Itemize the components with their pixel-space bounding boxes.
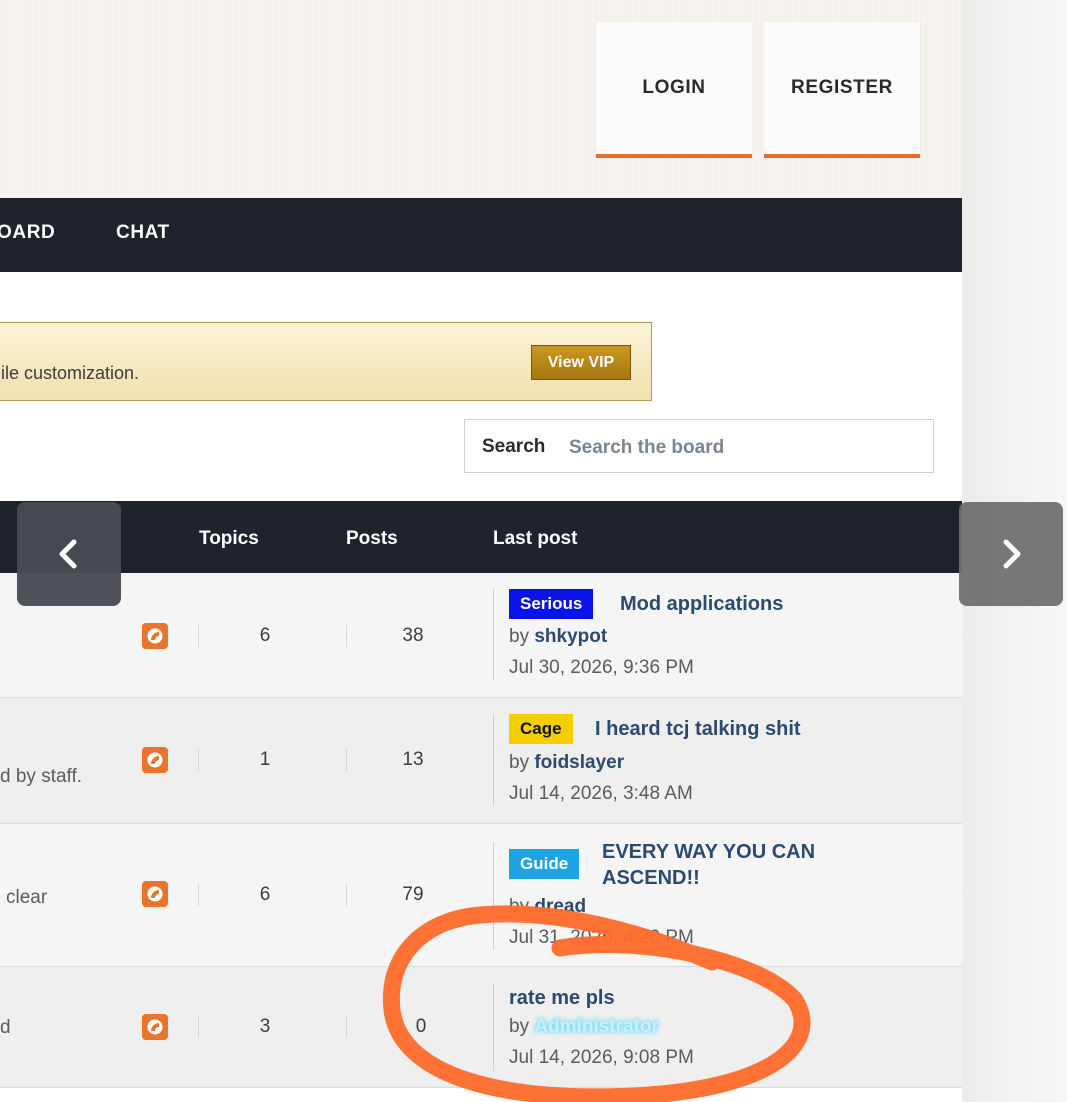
column-divider	[346, 625, 347, 647]
last-post-author: by shkypot	[509, 626, 607, 648]
rss-icon[interactable]	[142, 623, 168, 649]
posts-count: 79	[402, 884, 424, 905]
last-post-date: Jul 14, 2026, 9:08 PM	[509, 1047, 694, 1068]
column-divider	[198, 1016, 199, 1038]
last-post-author: by dread	[509, 896, 586, 918]
by-label: by	[509, 1016, 530, 1037]
register-button[interactable]: REGISTER	[764, 22, 920, 158]
last-post-author: by foidslayer	[509, 752, 624, 774]
rss-icon[interactable]	[142, 881, 168, 907]
forum-table-header: Topics Posts Last post	[0, 501, 962, 573]
forum-row: clear 6 79 Guide EVERY WAY YOU CAN ASCEND…	[0, 824, 962, 967]
next-slide-button[interactable]	[959, 502, 1063, 606]
topic-prefix-badge[interactable]: Guide	[509, 849, 580, 879]
last-post-divider	[493, 589, 494, 681]
forum-row: 6 38 Serious Mod applications by shkypot…	[0, 573, 962, 698]
forum-description: d	[0, 1017, 11, 1038]
search-box: Search	[464, 419, 934, 473]
forum-description: d by staff.	[0, 766, 83, 787]
column-header-last-post: Last post	[493, 528, 578, 549]
vip-banner-text: ile customization.	[1, 363, 140, 383]
column-divider	[346, 749, 347, 771]
posts-count: 38	[402, 625, 424, 646]
last-post-divider	[493, 983, 494, 1071]
posts-count: 13	[402, 749, 424, 770]
last-post-divider	[493, 714, 494, 806]
author-link[interactable]: Administrator	[534, 1016, 659, 1037]
chevron-left-icon	[59, 539, 77, 569]
topic-prefix-badge[interactable]: Cage	[509, 714, 573, 744]
last-post-title-link[interactable]: EVERY WAY YOU CAN ASCEND!!	[602, 839, 815, 891]
author-link[interactable]: shkypot	[534, 626, 607, 647]
site-header: LOGIN REGISTER	[0, 0, 962, 198]
view-vip-button[interactable]: View VIP	[531, 345, 631, 380]
forum-page: LOGIN REGISTER OARD CHAT ile customizati…	[0, 0, 962, 1102]
column-divider	[198, 884, 199, 906]
last-post-date: Jul 30, 2026, 9:36 PM	[509, 657, 694, 678]
title-line: ASCEND!!	[602, 867, 700, 889]
previous-slide-button[interactable]	[17, 502, 121, 606]
by-label: by	[509, 896, 530, 917]
by-label: by	[509, 752, 530, 773]
posts-count: 0	[415, 1016, 427, 1037]
topic-prefix-badge[interactable]: Serious	[509, 589, 594, 619]
last-post-title-link[interactable]: I heard tcj talking shit	[595, 716, 801, 742]
title-line: EVERY WAY YOU CAN	[602, 841, 816, 863]
nav-item-board[interactable]: OARD	[0, 222, 55, 244]
main-nav: OARD CHAT	[0, 198, 962, 272]
column-divider	[346, 1016, 347, 1038]
column-header-posts: Posts	[346, 528, 398, 549]
nav-item-chat[interactable]: CHAT	[116, 222, 170, 244]
column-divider	[198, 625, 199, 647]
last-post-divider	[493, 842, 494, 950]
topics-count: 6	[259, 625, 271, 646]
last-post-title-link[interactable]: rate me pls	[509, 985, 615, 1011]
search-input[interactable]	[567, 433, 911, 463]
column-header-topics: Topics	[199, 528, 259, 549]
vip-banner: ile customization. View VIP	[0, 322, 652, 401]
forum-row: d by staff. 1 13 Cage I heard tcj talkin…	[0, 698, 962, 824]
rss-icon[interactable]	[142, 747, 168, 773]
rss-icon[interactable]	[142, 1014, 168, 1040]
login-button[interactable]: LOGIN	[596, 22, 752, 158]
last-post-title-link[interactable]: Mod applications	[620, 591, 783, 617]
search-label: Search	[482, 436, 546, 457]
author-link[interactable]: foidslayer	[534, 752, 624, 773]
column-divider	[198, 749, 199, 771]
forum-description: clear	[6, 887, 48, 908]
forum-row: d 3 0 rate me pls by Administrator Jul 1…	[0, 967, 962, 1088]
last-post-date: Jul 14, 2026, 3:48 AM	[509, 783, 693, 804]
author-link[interactable]: dread	[534, 896, 586, 917]
topics-count: 3	[259, 1016, 271, 1037]
by-label: by	[509, 626, 530, 647]
topics-count: 6	[259, 884, 271, 905]
last-post-date: Jul 31, 2026, 4:20 PM	[509, 927, 694, 948]
last-post-author: by Administrator	[509, 1016, 659, 1038]
topics-count: 1	[259, 749, 271, 770]
chevron-right-icon	[1003, 539, 1021, 569]
column-divider	[346, 884, 347, 906]
